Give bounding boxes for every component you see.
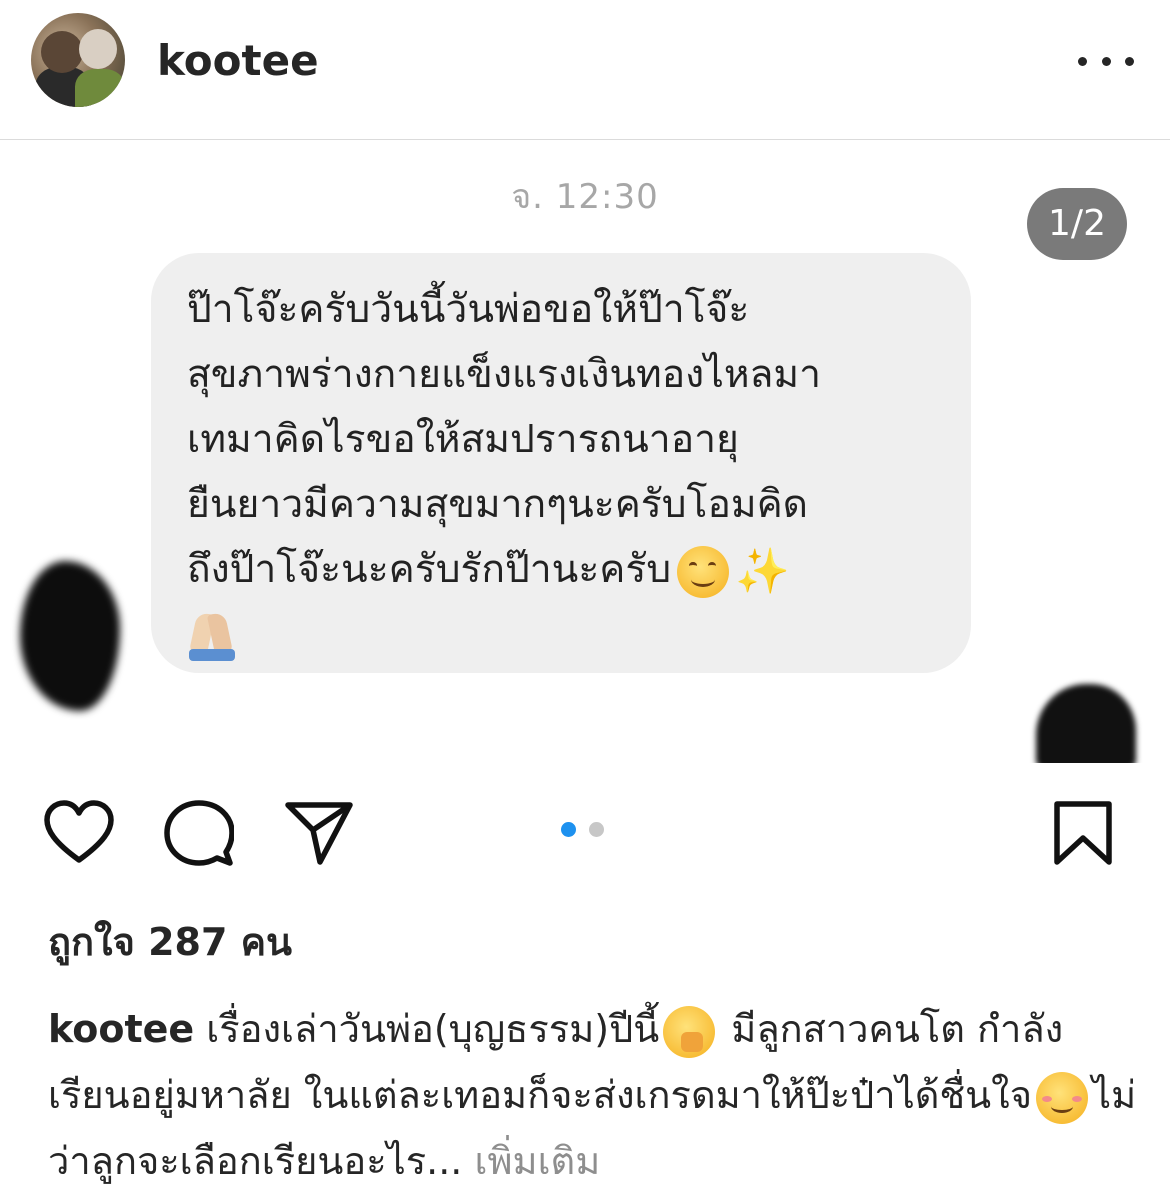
paper-plane-icon: [285, 802, 353, 865]
more-dot-icon: [1101, 56, 1111, 66]
message-line: ถึงป๊าโจ๊ะนะครับรักป๊านะครับ: [187, 547, 672, 592]
emoji-mouth: [1050, 1100, 1073, 1113]
carousel-indicator: [561, 822, 604, 837]
save-button[interactable]: [1052, 800, 1114, 866]
shushing-face-emoji: [663, 1005, 716, 1058]
avatar-person-body: [75, 69, 125, 107]
more-dot-icon: [1125, 56, 1134, 66]
carousel-dot: [589, 822, 604, 837]
caption-username[interactable]: kootee: [48, 1007, 194, 1051]
post-header: kootee: [0, 0, 1170, 140]
like-button[interactable]: [44, 800, 114, 866]
carousel-counter: 1/2: [1027, 188, 1127, 260]
redaction-blot: [20, 561, 120, 711]
share-button[interactable]: [284, 800, 354, 866]
bookmark-icon: [1054, 801, 1112, 865]
caption-text: เรื่องเล่าวันพ่อ(บุญธรรม)ปีนี้: [206, 1007, 660, 1051]
message-line: เทมาคิดไรขอให้สมปรารถนาอายุ: [187, 417, 739, 462]
emoji-blush: [1071, 1095, 1082, 1102]
avatar-person-head: [41, 31, 83, 73]
post-username[interactable]: kootee: [157, 36, 319, 86]
message-bubble: ป๊าโจ๊ะครับวันนี้วันพ่อขอให้ป๊าโจ๊ะ สุขภ…: [151, 253, 971, 673]
post-image[interactable]: จ. 12:30 1/2 ป๊าโจ๊ะครับวันนี้วันพ่อขอให…: [0, 141, 1170, 763]
message-line: สุขภาพร่างกายแข็งแรงเงินทองไหลมา: [187, 352, 822, 397]
emoji-eye: [689, 561, 698, 570]
redaction-blot: [1036, 684, 1136, 763]
relieved-face-emoji: [1035, 1071, 1088, 1124]
message-text: ป๊าโจ๊ะครับวันนี้วันพ่อขอให้ป๊าโจ๊ะ สุขภ…: [187, 277, 935, 667]
emoji-eye: [708, 561, 717, 570]
post-actions: [0, 790, 1170, 870]
sparkles-emoji: ✨: [735, 545, 790, 597]
avatar-person-head: [79, 29, 117, 69]
folded-hands-emoji: [187, 611, 237, 661]
emoji-hand: [681, 1031, 704, 1052]
sleeve-shape: [189, 648, 235, 661]
comment-button[interactable]: [164, 800, 235, 866]
smiling-face-emoji: [677, 545, 730, 598]
post-caption: kootee เรื่องเล่าวันพ่อ(บุญธรรม)ปีนี้ มี…: [48, 996, 1138, 1194]
message-timestamp: จ. 12:30: [511, 177, 659, 217]
profile-avatar[interactable]: [31, 13, 125, 107]
more-dot-icon: [1078, 56, 1087, 66]
comment-icon: [164, 800, 235, 866]
see-more-link[interactable]: เพิ่มเติม: [474, 1139, 600, 1183]
message-line: ป๊าโจ๊ะครับวันนี้วันพ่อขอให้ป๊าโจ๊ะ: [187, 287, 750, 332]
message-line: ยืนยาวมีความสุขมากๆนะครับโอมคิด: [187, 482, 808, 527]
carousel-dot-active: [561, 822, 576, 837]
likes-count[interactable]: ถูกใจ 287 คน: [48, 916, 292, 968]
more-options-button[interactable]: [1078, 46, 1134, 76]
heart-icon: [44, 800, 114, 863]
